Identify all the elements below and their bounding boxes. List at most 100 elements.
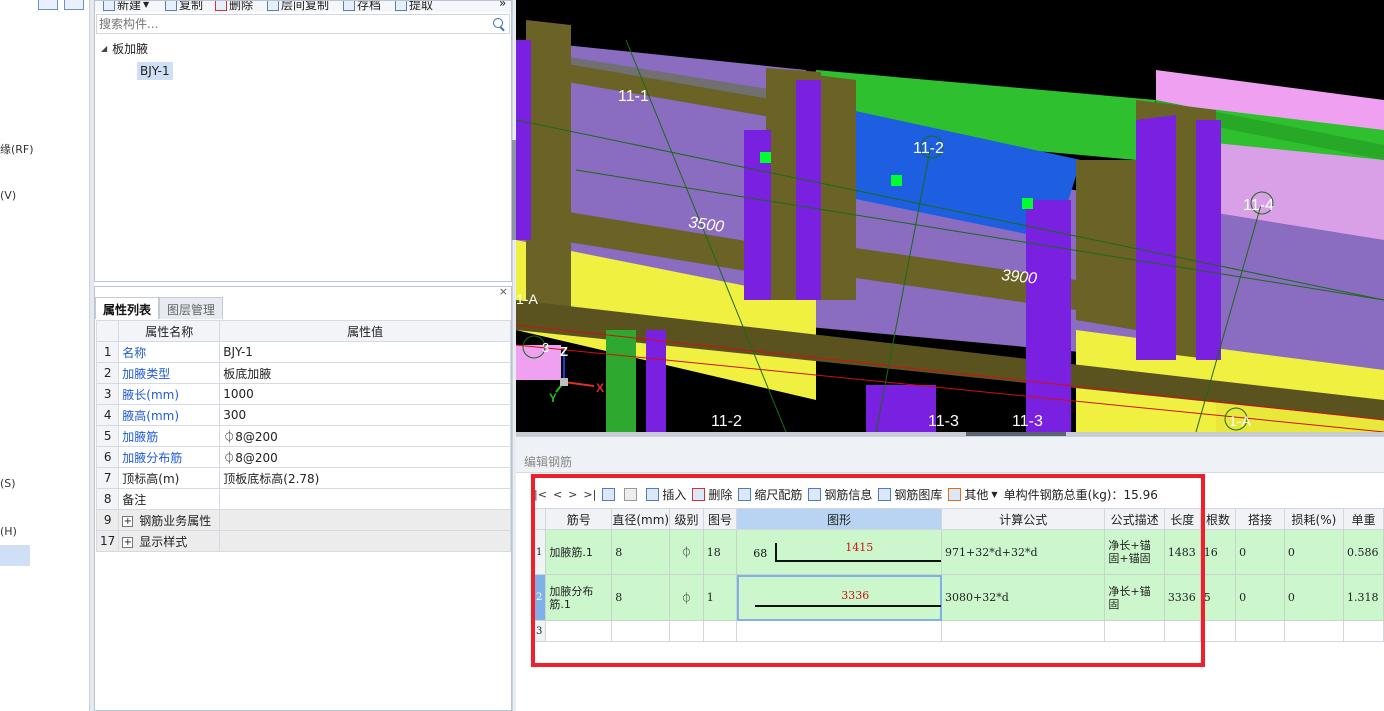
property-panel: × 属性列表 图层管理 属性名称 属性值 1 名称 BJY-1 2 加腋类型 板… xyxy=(94,285,512,711)
row-number: 8 xyxy=(95,488,120,510)
copy-button[interactable]: 复制 xyxy=(165,1,203,12)
nav-fragment-v[interactable]: (V) xyxy=(0,189,16,202)
header-lap: 搭接 xyxy=(1235,508,1285,530)
unit-weight-cell: 1.318 xyxy=(1343,574,1384,621)
axis-x-label: X xyxy=(596,381,604,395)
lap-cell[interactable]: 0 xyxy=(1235,574,1285,621)
property-tabs: 属性列表 图层管理 xyxy=(95,297,224,319)
property-group-row[interactable]: 17 + 显示样式 xyxy=(95,530,511,552)
property-row[interactable]: 6 加腋分布筋 ⏀8@200 xyxy=(95,446,511,468)
expand-plus-icon[interactable]: + xyxy=(122,536,134,548)
tab-property-list[interactable]: 属性列表 xyxy=(95,297,160,319)
collapse-triangle-icon[interactable]: ◢ xyxy=(101,44,107,53)
loss-cell[interactable] xyxy=(1283,620,1345,642)
loss-cell[interactable]: 0 xyxy=(1283,574,1345,621)
row-number: 6 xyxy=(95,446,120,468)
grid-label-11-4: 11-4 xyxy=(1243,197,1274,214)
rebar-editor-titlebar: 编辑钢筋 xyxy=(516,437,1384,473)
save-icon xyxy=(343,1,355,11)
lap-cell[interactable]: 0 xyxy=(1235,529,1285,575)
header-unit-weight: 单重 xyxy=(1343,508,1384,530)
view-toggle-icon[interactable] xyxy=(38,0,58,10)
grid-label-11-2-top: 11-2 xyxy=(913,140,944,157)
floor-copy-button[interactable]: 层间复制 xyxy=(267,1,329,12)
floor-copy-icon xyxy=(267,1,279,11)
save-label: 存档 xyxy=(357,1,382,12)
component-toolbar: 新建 ▼ 复制 删除 层间复制 存档 提取 » xyxy=(95,1,511,12)
extract-icon xyxy=(395,1,407,11)
grid-label-11-2-bottom: 11-2 xyxy=(711,413,742,430)
search-box xyxy=(96,14,510,34)
tree-item-bjy-1[interactable]: BJY-1 xyxy=(137,62,173,80)
copy-icon xyxy=(165,1,177,11)
property-name: 加腋类型 xyxy=(118,362,221,384)
save-button[interactable]: 存档 xyxy=(343,1,381,12)
property-group-name[interactable]: + 钢筋业务属性 xyxy=(118,509,221,531)
nav-fragment-s[interactable]: (S) xyxy=(0,477,16,490)
search-input[interactable] xyxy=(97,17,487,31)
row-number: 5 xyxy=(95,425,120,447)
nav-fragment-h[interactable]: (H) xyxy=(0,525,17,538)
grid-label-a-left: 1-A xyxy=(516,291,538,307)
row-number: 7 xyxy=(95,467,120,489)
delete-icon xyxy=(215,1,227,11)
property-row[interactable]: 1 名称 BJY-1 xyxy=(95,341,511,363)
property-value[interactable]: 顶板底标高(2.78) xyxy=(219,467,511,489)
expand-plus-icon[interactable]: + xyxy=(122,515,134,527)
violet-column-4 xyxy=(1136,115,1176,360)
grid-label-11-3-b: 11-3 xyxy=(1012,413,1043,430)
count-cell[interactable]: 5 xyxy=(1199,574,1237,621)
property-row[interactable]: 4 腋高(mm) 300 xyxy=(95,404,511,426)
loss-cell[interactable]: 0 xyxy=(1283,529,1345,575)
property-name: 名称 xyxy=(118,341,221,363)
tree-root-label: 板加腋 xyxy=(112,42,149,56)
grid-label-11-3-a: 11-3 xyxy=(928,413,959,430)
lap-cell[interactable] xyxy=(1235,620,1285,642)
count-cell[interactable] xyxy=(1199,620,1237,642)
new-button[interactable]: 新建 ▼ xyxy=(103,1,149,12)
property-value[interactable]: 板底加腋 xyxy=(219,362,511,384)
left-navigation-strip: 缘(RF) (V) (S) (H) xyxy=(0,0,90,711)
property-value[interactable]: ⏀8@200 xyxy=(219,425,511,447)
property-table: 属性名称 属性值 1 名称 BJY-1 2 加腋类型 板底加腋 3 腋长(mm)… xyxy=(95,320,511,552)
property-name: 腋长(mm) xyxy=(118,383,221,405)
search-icon[interactable] xyxy=(493,18,503,28)
property-value[interactable] xyxy=(219,488,511,510)
header-loss: 损耗(%) xyxy=(1283,508,1345,530)
grid-label-11-1: 11-1 xyxy=(618,88,649,105)
unit-weight-cell: 0.586 xyxy=(1343,529,1384,575)
property-name: 腋高(mm) xyxy=(118,404,221,426)
property-row[interactable]: 5 加腋筋 ⏀8@200 xyxy=(95,425,511,447)
property-group-name[interactable]: + 显示样式 xyxy=(118,530,221,552)
new-label: 新建 xyxy=(117,1,142,12)
property-value xyxy=(219,530,511,552)
grid-label-a-right: 1-A xyxy=(1229,413,1251,429)
axis-y-label: Y xyxy=(549,391,557,405)
row-number: 2 xyxy=(95,362,120,384)
delete-button[interactable]: 删除 xyxy=(215,1,253,12)
property-row[interactable]: 2 加腋类型 板底加腋 xyxy=(95,362,511,384)
property-value[interactable]: ⏀8@200 xyxy=(219,446,511,468)
property-value[interactable]: 300 xyxy=(219,404,511,426)
group-label: 显示样式 xyxy=(139,534,188,549)
property-row[interactable]: 7 顶标高(m) 顶板底标高(2.78) xyxy=(95,467,511,489)
extract-button[interactable]: 提取 xyxy=(395,1,433,12)
property-group-row[interactable]: 9 + 钢筋业务属性 xyxy=(95,509,511,531)
nav-fragment-rf[interactable]: 缘(RF) xyxy=(0,141,34,157)
tree-root[interactable]: ◢ 板加腋 xyxy=(101,40,148,57)
count-cell[interactable]: 16 xyxy=(1199,529,1237,575)
tab-layer-management[interactable]: 图层管理 xyxy=(159,297,224,319)
highlight-annotation-box xyxy=(531,474,1205,667)
property-name: 顶标高(m) xyxy=(118,467,221,489)
list-view-icon[interactable] xyxy=(64,0,84,10)
floor-copy-label: 层间复制 xyxy=(281,1,330,12)
close-icon[interactable]: × xyxy=(499,285,508,298)
nav-selected-item[interactable] xyxy=(0,545,30,566)
property-value[interactable]: 1000 xyxy=(219,383,511,405)
property-row[interactable]: 8 备注 xyxy=(95,488,511,510)
property-row[interactable]: 3 腋长(mm) 1000 xyxy=(95,383,511,405)
property-value[interactable]: BJY-1 xyxy=(219,341,511,363)
3d-viewport[interactable]: 11-1 11-2 11-4 3500 3900 11-2 11-3 11-3 … xyxy=(516,0,1384,432)
property-name: 备注 xyxy=(118,488,221,510)
more-button[interactable]: » xyxy=(499,1,506,10)
